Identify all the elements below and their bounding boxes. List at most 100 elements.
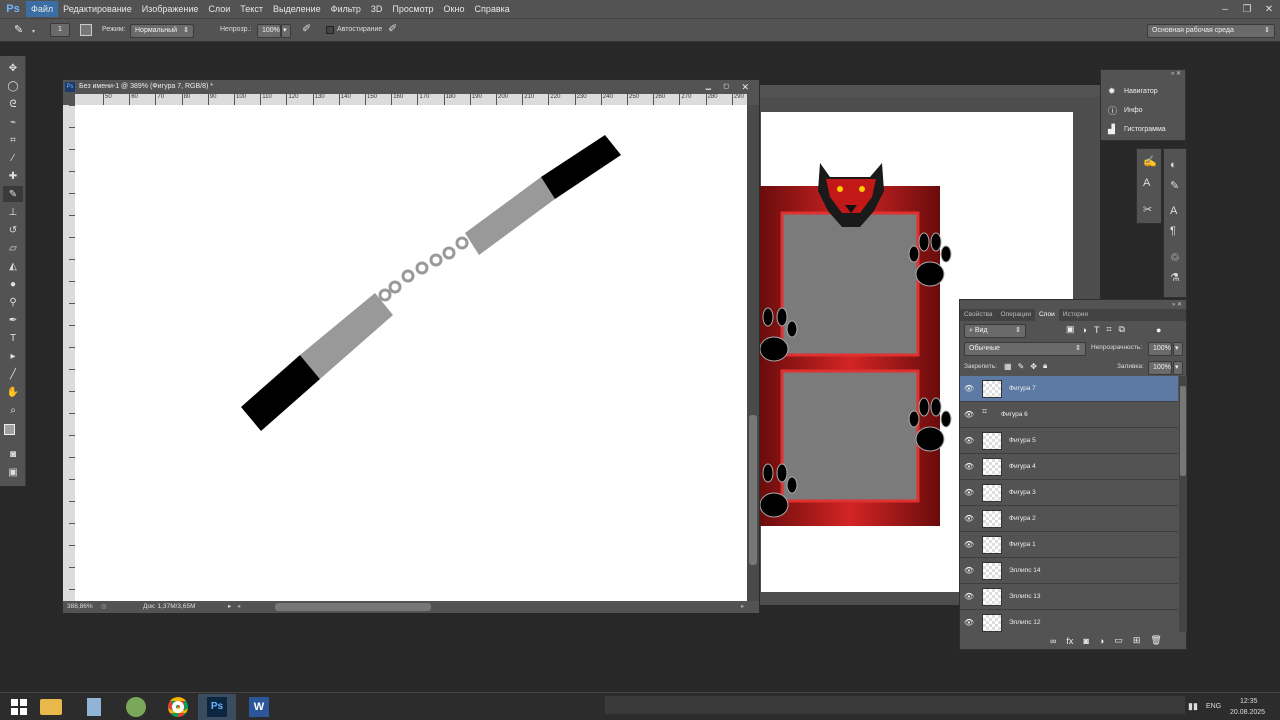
layer-fill-input[interactable]: 100%: [1148, 361, 1172, 375]
lasso-tool-icon[interactable]: ᘓ: [3, 96, 23, 112]
lock-transparency-icon[interactable]: ▦: [1004, 362, 1012, 371]
tab-3[interactable]: История: [1059, 309, 1092, 321]
add-mask-icon[interactable]: ◙: [1083, 636, 1088, 646]
layer-row[interactable]: 👁︎ Фигура 5: [960, 428, 1178, 454]
opacity-dropdown-icon[interactable]: ▾: [281, 24, 291, 38]
file-explorer-icon[interactable]: [32, 694, 70, 720]
eyedropper-tool-icon[interactable]: ⁄: [3, 150, 23, 166]
dodge-tool-icon[interactable]: ⚲: [3, 294, 23, 310]
vertical-scrollbar[interactable]: [747, 105, 759, 601]
brush-size-picker[interactable]: 1: [50, 23, 70, 37]
layer-opacity-input[interactable]: 100%: [1148, 342, 1172, 356]
workspace-select[interactable]: Основная рабочая среда ⇕: [1147, 24, 1275, 38]
document-titlebar[interactable]: Ps Без имени-1 @ 389% (Фигура 7, RGB/8) …: [63, 80, 759, 94]
pencil-tool-icon[interactable]: ✎: [3, 186, 23, 202]
paragraph-character-icon[interactable]: A: [1170, 205, 1177, 217]
visibility-eye-icon[interactable]: 👁︎: [960, 384, 978, 393]
notepad-icon[interactable]: [75, 694, 113, 720]
new-layer-icon[interactable]: ⊞: [1133, 635, 1141, 646]
pressure-size-icon[interactable]: ✐: [388, 22, 397, 35]
opacity-input[interactable]: 100%: [257, 24, 281, 38]
zoom-tool-icon[interactable]: ⌕: [3, 402, 23, 418]
smart-object-filter-icon[interactable]: ⧉: [1119, 324, 1125, 335]
adjustment-filter-icon[interactable]: ◑: [1082, 325, 1087, 335]
hand-tool-icon[interactable]: ✋: [3, 384, 23, 400]
quick-selection-tool-icon[interactable]: ⌁: [3, 114, 23, 130]
visibility-eye-icon[interactable]: 👁︎: [960, 462, 978, 471]
lock-position-icon[interactable]: ✥: [1030, 362, 1037, 371]
layer-row[interactable]: 👁︎ Фигура 1: [960, 532, 1178, 558]
screen-mode-icon[interactable]: ▣: [3, 464, 23, 480]
autoerase-checkbox[interactable]: [326, 26, 334, 34]
path-selection-tool-icon[interactable]: ▸: [3, 348, 23, 364]
layer-row[interactable]: 👁︎ Эллипс 12: [960, 610, 1178, 632]
clone-source-icon[interactable]: ⚗: [1170, 271, 1180, 284]
brush-presets-icon[interactable]: ✍: [1143, 155, 1157, 168]
panel-close-icon[interactable]: » ✕: [1171, 70, 1181, 77]
clock-time[interactable]: 12:35: [1240, 698, 1258, 705]
paint-icon[interactable]: [117, 694, 155, 720]
pressure-opacity-icon[interactable]: ✐: [302, 22, 311, 35]
color-icon[interactable]: ◐: [1170, 159, 1177, 171]
visibility-eye-icon[interactable]: 👁︎: [960, 566, 978, 575]
opacity-dropdown-icon[interactable]: ▾: [1173, 342, 1183, 356]
crop-tool-icon[interactable]: ⌗: [3, 132, 23, 148]
visibility-eye-icon[interactable]: 👁︎: [960, 540, 978, 549]
marquee-tool-icon[interactable]: ◯: [3, 78, 23, 94]
adjustment-layer-icon[interactable]: ◑: [1099, 636, 1104, 646]
doc-minimize-button[interactable]: ▁: [706, 80, 711, 94]
layer-row[interactable]: 👁︎ Фигура 4: [960, 454, 1178, 480]
visibility-eye-icon[interactable]: 👁︎: [960, 618, 978, 627]
lock-all-icon[interactable]: 🔒︎: [1043, 361, 1047, 371]
swatches-icon[interactable]: ✎: [1170, 179, 1179, 192]
layer-row[interactable]: 👁︎ Фигура 7: [960, 376, 1178, 402]
pen-tool-icon[interactable]: ✒: [3, 312, 23, 328]
blur-tool-icon[interactable]: ●: [3, 276, 23, 292]
history-brush-tool-icon[interactable]: ↺: [3, 222, 23, 238]
fill-dropdown-icon[interactable]: ▾: [1173, 361, 1183, 375]
layer-row[interactable]: 👁︎ Фигура 2: [960, 506, 1178, 532]
tool-preset-dropdown-icon[interactable]: ▾: [32, 28, 35, 35]
scroll-right-icon[interactable]: ▸: [741, 601, 744, 613]
document-canvas[interactable]: [75, 105, 747, 601]
type-filter-icon[interactable]: T: [1094, 325, 1100, 335]
eraser-tool-icon[interactable]: ▱: [3, 240, 23, 256]
link-layers-icon[interactable]: ∞: [1050, 636, 1056, 646]
vertical-ruler[interactable]: [63, 105, 75, 601]
type-tool-icon[interactable]: T: [3, 330, 23, 346]
move-tool-icon[interactable]: ✥: [3, 60, 23, 76]
paragraph-icon[interactable]: ¶: [1170, 225, 1176, 237]
doc-restore-button[interactable]: ◻: [723, 80, 729, 94]
menu-item[interactable]: Выделение: [268, 1, 326, 17]
photoshop-taskbar-icon[interactable]: Ps: [198, 694, 236, 720]
paint-bucket-tool-icon[interactable]: ◭: [3, 258, 23, 274]
menu-item[interactable]: Изображение: [137, 1, 204, 17]
visibility-eye-icon[interactable]: 👁︎: [960, 488, 978, 497]
pixel-filter-icon[interactable]: ▣: [1066, 324, 1075, 335]
minimize-button[interactable]: –: [1214, 0, 1236, 18]
menu-item[interactable]: Текст: [235, 1, 268, 17]
menu-item[interactable]: Редактирование: [58, 1, 137, 17]
blend-mode-select[interactable]: Обычные ⇕: [964, 342, 1086, 356]
layer-row[interactable]: 👁︎ ⌗ Фигура 6: [960, 402, 1178, 428]
zoom-level[interactable]: 388,86%: [67, 601, 93, 613]
clock-date[interactable]: 20.08.2025: [1230, 709, 1265, 716]
menu-item[interactable]: Фильтр: [326, 1, 366, 17]
menu-item[interactable]: Слои: [203, 1, 235, 17]
character-icon[interactable]: A: [1143, 177, 1150, 189]
healing-brush-tool-icon[interactable]: ✚: [3, 168, 23, 184]
tab-2[interactable]: Слои: [1034, 309, 1059, 321]
pencil-tool-icon[interactable]: ✎: [14, 23, 23, 36]
vertical-scroll-thumb[interactable]: [749, 415, 757, 565]
visibility-eye-icon[interactable]: 👁︎: [960, 592, 978, 601]
menu-item[interactable]: Просмотр: [387, 1, 438, 17]
layer-row[interactable]: 👁︎ Эллипс 14: [960, 558, 1178, 584]
horizontal-scroll-thumb[interactable]: [275, 603, 431, 611]
network-icon[interactable]: ▮▮: [1188, 701, 1198, 712]
doc-close-button[interactable]: ✕: [741, 80, 749, 94]
menu-item[interactable]: 3D: [366, 1, 388, 17]
foreground-color-swatch[interactable]: [4, 424, 15, 435]
delete-layer-icon[interactable]: 🗑︎: [1150, 635, 1161, 646]
panel-item[interactable]: ▟ Гистограмма: [1101, 120, 1187, 139]
quick-mask-icon[interactable]: ◙: [3, 446, 23, 462]
